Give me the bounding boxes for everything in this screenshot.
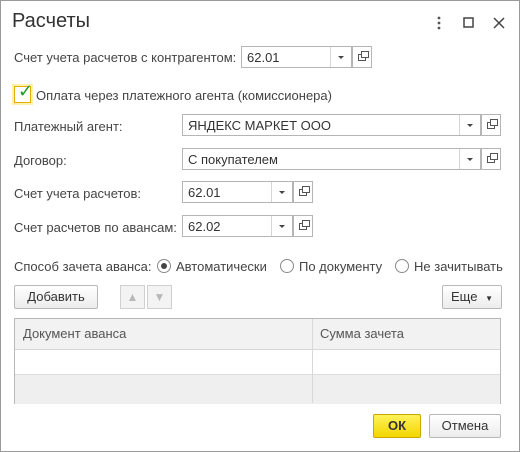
advance-account-value: 62.02 bbox=[188, 219, 221, 234]
radio-auto[interactable] bbox=[157, 259, 171, 273]
contractor-account-value: 62.01 bbox=[247, 50, 280, 65]
agent-checkbox-label[interactable]: Оплата через платежного агента (комиссио… bbox=[36, 88, 332, 103]
settlement-account-value: 62.01 bbox=[188, 185, 221, 200]
advance-method-label: Способ зачета аванса: bbox=[14, 259, 152, 274]
ok-button[interactable]: ОК bbox=[373, 414, 421, 438]
more-button-label: Еще bbox=[451, 289, 478, 304]
open-icon[interactable] bbox=[352, 46, 372, 68]
radio-no-offset-label[interactable]: Не зачитывать bbox=[414, 259, 503, 274]
radio-no-offset[interactable] bbox=[395, 259, 409, 273]
agent-value: ЯНДЕКС МАРКЕТ ООО bbox=[188, 118, 331, 133]
chevron-down-icon[interactable] bbox=[459, 115, 480, 135]
chevron-down-icon[interactable] bbox=[459, 149, 480, 169]
column-header[interactable]: Сумма зачета bbox=[320, 326, 404, 341]
agent-checkbox[interactable]: ✓ bbox=[14, 81, 33, 103]
radio-by-document[interactable] bbox=[280, 259, 294, 273]
radio-by-document-label[interactable]: По документу bbox=[299, 259, 382, 274]
add-button[interactable]: Добавить bbox=[14, 285, 98, 309]
agent-field[interactable]: ЯНДЕКС МАРКЕТ ООО bbox=[182, 114, 481, 136]
chevron-down-icon: ▼ bbox=[485, 294, 493, 303]
contract-label: Договор: bbox=[14, 153, 67, 168]
open-icon[interactable] bbox=[481, 148, 501, 170]
chevron-down-icon[interactable] bbox=[271, 216, 292, 236]
open-icon[interactable] bbox=[293, 215, 313, 237]
more-vertical-icon[interactable] bbox=[429, 13, 449, 33]
contractor-account-label: Счет учета расчетов с контрагентом: bbox=[14, 50, 237, 65]
column-divider bbox=[312, 319, 313, 403]
table-header: Документ аванса Сумма зачета bbox=[15, 319, 500, 350]
chevron-down-icon[interactable] bbox=[271, 182, 292, 202]
check-icon: ✓ bbox=[18, 81, 34, 101]
contractor-account-field[interactable]: 62.01 bbox=[241, 46, 352, 68]
open-icon[interactable] bbox=[481, 114, 501, 136]
contract-value: С покупателем bbox=[188, 152, 278, 167]
settlements-dialog: Расчеты Счет учета расчетов с контрагент… bbox=[0, 0, 520, 452]
arrow-up-icon[interactable]: ▲ bbox=[120, 285, 145, 309]
cancel-button[interactable]: Отмена bbox=[429, 414, 501, 438]
dialog-title: Расчеты bbox=[12, 10, 90, 32]
chevron-down-icon[interactable] bbox=[330, 47, 351, 67]
advance-account-label: Счет расчетов по авансам: bbox=[14, 220, 177, 235]
contract-field[interactable]: С покупателем bbox=[182, 148, 481, 170]
table-row[interactable] bbox=[15, 374, 500, 404]
column-header[interactable]: Документ аванса bbox=[23, 326, 126, 341]
maximize-icon[interactable] bbox=[459, 13, 479, 33]
agent-label: Платежный агент: bbox=[14, 119, 123, 134]
open-icon[interactable] bbox=[293, 181, 313, 203]
radio-auto-label[interactable]: Автоматически bbox=[176, 259, 267, 274]
advance-table[interactable]: Документ аванса Сумма зачета bbox=[14, 318, 501, 404]
settlement-account-label: Счет учета расчетов: bbox=[14, 186, 142, 201]
arrow-down-icon[interactable]: ▼ bbox=[147, 285, 172, 309]
settlement-account-field[interactable]: 62.01 bbox=[182, 181, 293, 203]
close-icon[interactable] bbox=[489, 13, 509, 33]
advance-account-field[interactable]: 62.02 bbox=[182, 215, 293, 237]
more-button[interactable]: Еще ▼ bbox=[442, 285, 502, 309]
